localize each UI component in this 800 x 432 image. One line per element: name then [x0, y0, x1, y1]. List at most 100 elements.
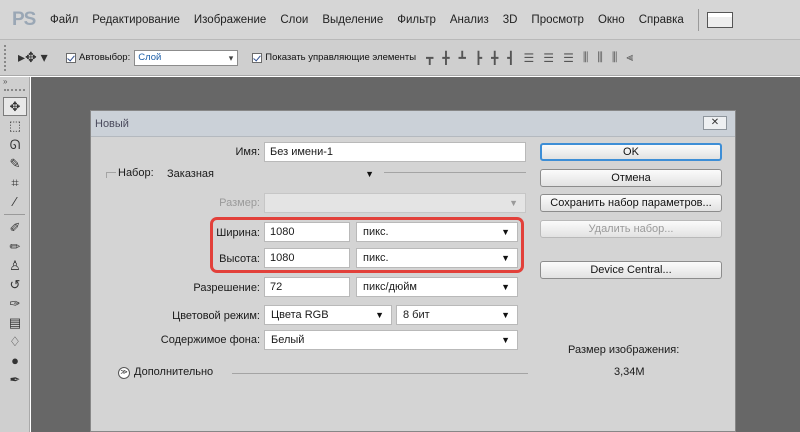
menu-file[interactable]: Файл: [50, 14, 78, 26]
gradient-tool-icon[interactable]: ▤: [3, 313, 27, 332]
distribute-left-icon[interactable]: ⫼: [583, 50, 592, 65]
marquee-tool-icon[interactable]: ⬚: [3, 116, 27, 135]
advanced-group-border: [232, 373, 528, 374]
color-mode-label: Цветовой режим:: [172, 310, 260, 322]
menu-image[interactable]: Изображение: [194, 14, 266, 26]
clone-stamp-tool-icon[interactable]: ♙: [3, 256, 27, 275]
size-label: Размер:: [219, 197, 260, 209]
color-mode-dropdown[interactable]: Цвета RGB ▼: [264, 305, 392, 325]
align-right-icon[interactable]: ┫: [507, 51, 517, 65]
menu-view[interactable]: Просмотр: [531, 14, 584, 26]
background-dropdown[interactable]: Белый ▼: [264, 330, 518, 350]
autoselect-dropdown[interactable]: Слой: [134, 49, 239, 66]
move-tool-preset-icon[interactable]: ▸✥ ▾: [18, 49, 66, 66]
name-label: Имя:: [235, 146, 260, 158]
advanced-label[interactable]: Дополнительно: [134, 366, 213, 378]
distribute-top-icon[interactable]: ☰: [524, 51, 538, 65]
dodge-tool-icon[interactable]: ●: [3, 351, 27, 370]
toolbar-separator: [4, 214, 25, 215]
advanced-toggle-icon[interactable]: ≫: [118, 367, 130, 379]
preset-dropdown[interactable]: Заказная ▼: [160, 164, 382, 184]
align-left-icon[interactable]: ┣: [475, 51, 485, 65]
screen-mode-icon[interactable]: [706, 11, 733, 28]
preset-group-border: [106, 172, 107, 178]
cancel-button[interactable]: Отмена: [540, 169, 722, 187]
align-hcenter-icon[interactable]: ╋: [491, 51, 501, 65]
options-bar: ▸✥ ▾ Автовыбор: Слой Показать управляющи…: [0, 40, 800, 76]
bit-depth-value: 8 бит: [403, 309, 430, 321]
healing-brush-tool-icon[interactable]: ✐: [3, 218, 27, 237]
menu-filter[interactable]: Фильтр: [397, 14, 436, 26]
autoselect-checkbox[interactable]: Автовыбор:: [66, 52, 130, 63]
chevron-down-icon: ▼: [501, 310, 510, 320]
image-size-value: 3,34М: [614, 366, 645, 378]
menu-separator: [697, 8, 699, 31]
align-bottom-icon[interactable]: ┻: [459, 51, 469, 65]
save-preset-button[interactable]: Сохранить набор параметров...: [540, 194, 722, 212]
menu-bar: PS Файл Редактирование Изображение Слои …: [0, 0, 800, 40]
preset-group-border: [106, 172, 116, 173]
chevron-down-icon: ▼: [501, 282, 510, 292]
resolution-label: Разрешение:: [193, 282, 260, 294]
eraser-tool-icon[interactable]: ✑: [3, 294, 27, 313]
delete-preset-button: Удалить набор...: [540, 220, 722, 238]
lasso-tool-icon[interactable]: ᘏ: [3, 135, 27, 154]
crop-tool-icon[interactable]: ⌗: [3, 173, 27, 192]
auto-align-icon[interactable]: ⫷: [626, 50, 636, 65]
menu-layers[interactable]: Слои: [280, 14, 308, 26]
history-brush-tool-icon[interactable]: ↺: [3, 275, 27, 294]
menu-select[interactable]: Выделение: [322, 14, 383, 26]
background-label: Содержимое фона:: [160, 334, 260, 346]
image-size-label: Размер изображения:: [568, 344, 680, 356]
preset-value: Заказная: [167, 168, 215, 180]
chevron-down-icon: ▼: [509, 198, 518, 208]
name-input[interactable]: Без имени-1: [264, 142, 526, 162]
background-value: Белый: [271, 334, 305, 346]
color-mode-value: Цвета RGB: [271, 309, 329, 321]
width-height-highlight: [210, 217, 524, 273]
app-logo: PS: [12, 8, 36, 30]
brush-tool-icon[interactable]: ✏: [3, 237, 27, 256]
options-grip[interactable]: [4, 44, 10, 71]
tools-panel: » ✥ ⬚ ᘏ ✎ ⌗ ⁄ ✐ ✏ ♙ ↺ ✑ ▤ ♢ ● ✒: [0, 77, 30, 432]
align-top-icon[interactable]: ┳: [426, 51, 436, 65]
resolution-input[interactable]: 72: [264, 277, 350, 297]
dialog-title: Новый: [95, 117, 129, 130]
dialog-titlebar[interactable]: Новый: [91, 111, 735, 137]
menu-analysis[interactable]: Анализ: [450, 14, 489, 26]
size-dropdown: ▼: [264, 193, 526, 213]
preset-label: Набор:: [118, 167, 154, 179]
toolbar-grip[interactable]: [4, 89, 25, 95]
show-controls-checkbox[interactable]: Показать управляющие элементы: [252, 52, 416, 63]
eyedropper-tool-icon[interactable]: ⁄: [3, 192, 27, 211]
menu-edit[interactable]: Редактирование: [92, 14, 180, 26]
chevron-down-icon: ▼: [501, 335, 510, 345]
bit-depth-dropdown[interactable]: 8 бит ▼: [396, 305, 518, 325]
device-central-button[interactable]: Device Central...: [540, 261, 722, 279]
distribute-bottom-icon[interactable]: ☰: [563, 51, 577, 65]
menu-window[interactable]: Окно: [598, 14, 625, 26]
move-tool-icon[interactable]: ✥: [3, 97, 27, 116]
close-icon[interactable]: ✕: [703, 116, 727, 130]
resolution-unit-dropdown[interactable]: пикс/дюйм ▼: [356, 277, 518, 297]
blur-tool-icon[interactable]: ♢: [3, 332, 27, 351]
distribute-right-icon[interactable]: ⫼: [612, 50, 621, 65]
align-icons-group: ┳ ╋ ┻ ┣ ╋ ┫ ☰ ☰ ☰ ⫼ ⫼ ⫼ ⫷: [426, 50, 642, 65]
distribute-vcenter-icon[interactable]: ☰: [543, 51, 557, 65]
chevron-down-icon: ▼: [365, 169, 374, 179]
distribute-hcenter-icon[interactable]: ⫼: [597, 50, 606, 65]
chevron-down-icon: ▼: [375, 310, 384, 320]
preset-group-border: [384, 172, 526, 173]
checkbox-checked-icon: [66, 52, 76, 63]
ok-button[interactable]: OK: [540, 143, 722, 161]
menu-3d[interactable]: 3D: [503, 14, 518, 26]
align-vcenter-icon[interactable]: ╋: [442, 51, 452, 65]
collapse-toolbar-icon[interactable]: »: [0, 77, 29, 87]
autoselect-label: Автовыбор:: [79, 52, 131, 63]
quick-selection-tool-icon[interactable]: ✎: [3, 154, 27, 173]
menu-help[interactable]: Справка: [639, 14, 684, 26]
show-controls-label: Показать управляющие элементы: [265, 52, 417, 63]
resolution-unit-value: пикс/дюйм: [363, 281, 417, 293]
checkbox-checked-icon: [252, 52, 263, 63]
pen-tool-icon[interactable]: ✒: [3, 370, 27, 389]
